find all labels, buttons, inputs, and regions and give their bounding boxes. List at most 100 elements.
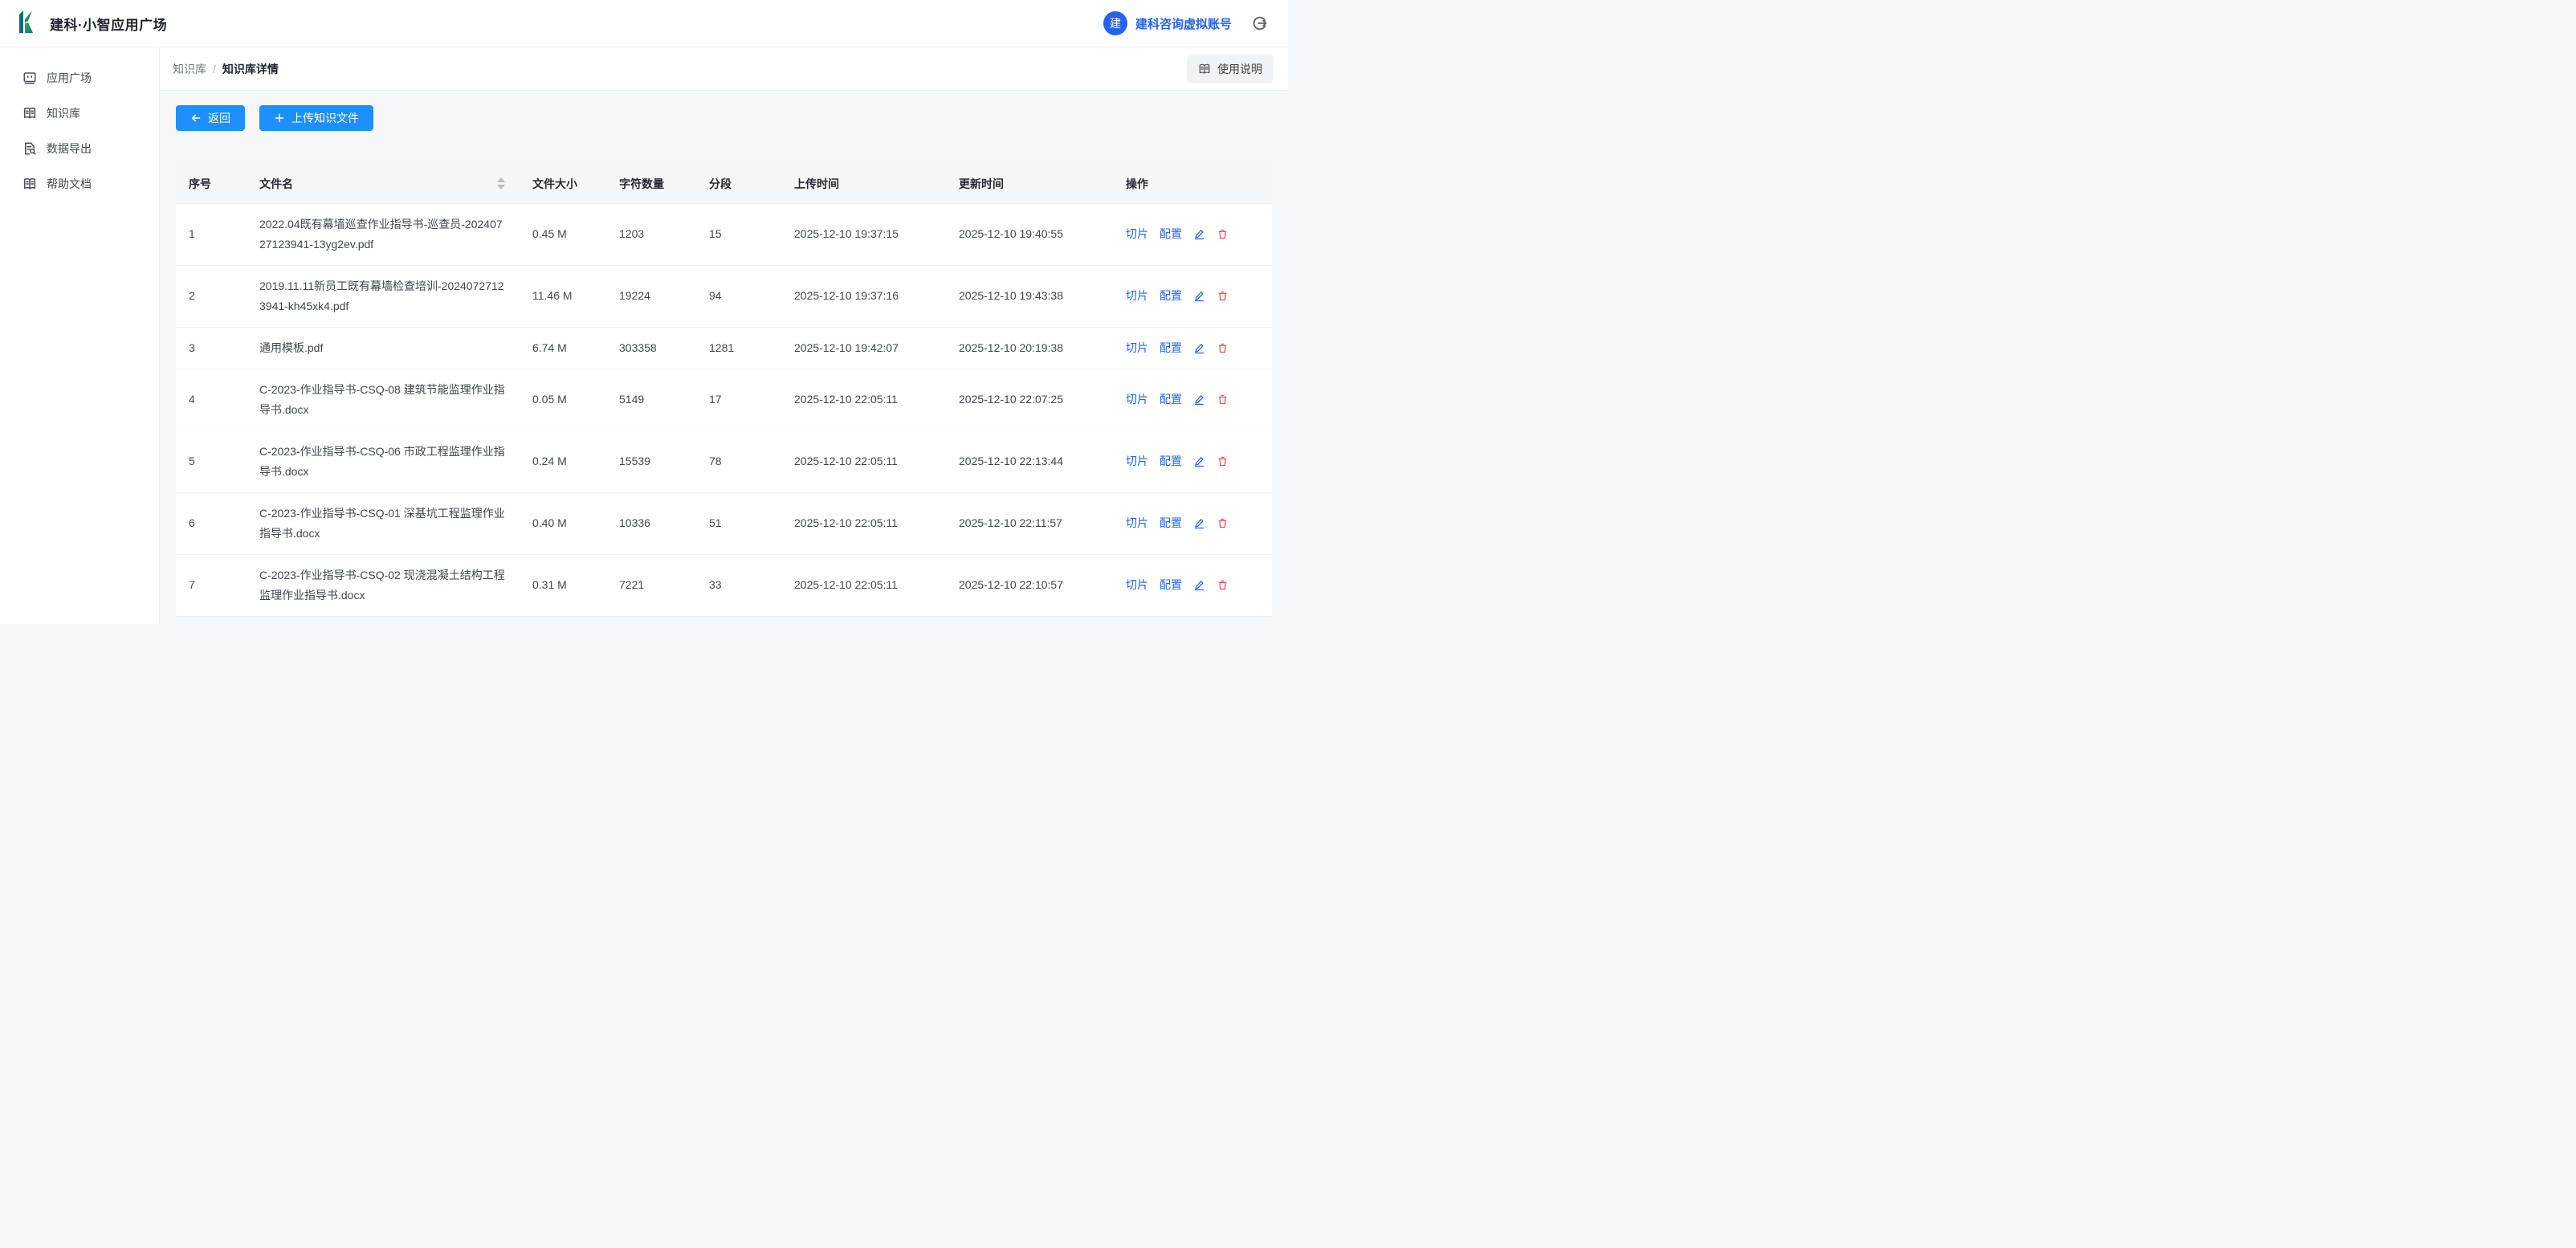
table-row: 6 C-2023-作业指导书-CSQ-01 深基坑工程监理作业指导书.docx …: [176, 492, 1272, 554]
cell-actions: 切片 配置: [1113, 265, 1272, 327]
cell-chars: 19224: [606, 265, 696, 327]
cell-index: 1: [176, 203, 247, 265]
slice-link[interactable]: 切片: [1126, 286, 1148, 306]
caret-down-icon: [497, 185, 505, 190]
cell-size: 6.74 M: [520, 327, 606, 369]
column-header-index: 序号: [176, 165, 247, 203]
cell-filename: C-2023-作业指导书-CSQ-06 市政工程监理作业指导书.docx: [247, 430, 520, 492]
back-button[interactable]: 返回: [176, 105, 245, 131]
main-area: 应用广场 知识库: [0, 47, 1288, 624]
column-header-actions: 操作: [1113, 165, 1272, 203]
cell-index: 5: [176, 430, 247, 492]
cell-size: 0.40 M: [520, 492, 606, 554]
cell-segments: 94: [696, 265, 781, 327]
cell-uploaded: 2025-12-10 22:05:11: [781, 369, 946, 430]
config-link[interactable]: 配置: [1160, 575, 1182, 595]
delete-icon[interactable]: [1217, 342, 1229, 354]
sidebar-item-help-docs[interactable]: 帮助文档: [0, 166, 159, 202]
config-link[interactable]: 配置: [1160, 338, 1182, 358]
breadcrumb-separator: /: [213, 63, 216, 75]
edit-icon[interactable]: [1193, 394, 1205, 406]
content-area: 知识库 / 知识库详情 使用说明: [160, 47, 1288, 624]
sidebar-item-app-plaza[interactable]: 应用广场: [0, 60, 159, 96]
edit-icon[interactable]: [1193, 455, 1205, 467]
cell-index: 6: [176, 492, 247, 554]
cell-actions: 切片 配置: [1113, 492, 1272, 554]
cell-actions: 切片 配置: [1113, 554, 1272, 616]
cell-index: 7: [176, 554, 247, 616]
sidebar-item-label: 知识库: [47, 105, 80, 121]
cell-actions: 切片 配置: [1113, 369, 1272, 430]
edit-icon[interactable]: [1193, 290, 1205, 302]
usage-instructions-button[interactable]: 使用说明: [1187, 55, 1274, 84]
edit-icon[interactable]: [1193, 342, 1205, 354]
cell-actions: 切片 配置: [1113, 203, 1272, 265]
edit-icon[interactable]: [1193, 517, 1205, 529]
plus-icon: [274, 112, 285, 124]
config-link[interactable]: 配置: [1160, 286, 1182, 306]
table-row: 4 C-2023-作业指导书-CSQ-08 建筑节能监理作业指导书.docx 0…: [176, 369, 1272, 430]
config-link[interactable]: 配置: [1160, 224, 1182, 244]
cell-updated: 2025-12-10 19:40:55: [946, 203, 1113, 265]
toolbar: 返回 上传知识文件: [176, 105, 1272, 131]
slice-link[interactable]: 切片: [1126, 451, 1148, 471]
cell-filename: 2019.11.11新员工既有幕墙检查培训-20240727123941-kh4…: [247, 265, 520, 327]
logout-icon[interactable]: [1251, 14, 1269, 32]
slice-link[interactable]: 切片: [1126, 513, 1148, 533]
column-header-size: 文件大小: [520, 165, 606, 203]
username[interactable]: 建科咨询虚拟账号: [1135, 15, 1232, 32]
edit-icon[interactable]: [1193, 579, 1205, 591]
back-button-label: 返回: [208, 110, 230, 126]
cell-uploaded: 2025-12-10 19:42:07: [781, 327, 946, 369]
delete-icon[interactable]: [1217, 455, 1229, 467]
delete-icon[interactable]: [1217, 517, 1229, 529]
cell-uploaded: 2025-12-10 19:37:16: [781, 265, 946, 327]
sort-toggle-icon[interactable]: [497, 177, 507, 190]
delete-icon[interactable]: [1217, 290, 1229, 302]
avatar[interactable]: 建: [1103, 11, 1127, 35]
slice-link[interactable]: 切片: [1126, 224, 1148, 244]
cell-uploaded: 2025-12-10 22:05:11: [781, 430, 946, 492]
delete-icon[interactable]: [1217, 579, 1229, 591]
book-icon: [1198, 63, 1211, 75]
cell-segments: 17: [696, 369, 781, 430]
breadcrumb-current: 知识库详情: [222, 61, 279, 77]
upload-knowledge-file-button[interactable]: 上传知识文件: [259, 105, 373, 131]
table-row: 7 C-2023-作业指导书-CSQ-02 现浇混凝土结构工程监理作业指导书.d…: [176, 554, 1272, 616]
cell-uploaded: 2025-12-10 22:05:11: [781, 492, 946, 554]
cell-uploaded: 2025-12-10 19:37:15: [781, 203, 946, 265]
cell-updated: 2025-12-10 22:11:57: [946, 492, 1113, 554]
delete-icon[interactable]: [1217, 228, 1229, 240]
config-link[interactable]: 配置: [1160, 451, 1182, 471]
sidebar-item-data-export[interactable]: 数据导出: [0, 131, 159, 166]
cell-segments: 78: [696, 430, 781, 492]
column-header-uploaded: 上传时间: [781, 165, 946, 203]
account-area[interactable]: 建 建科咨询虚拟账号: [1103, 11, 1269, 35]
usage-instructions-label: 使用说明: [1217, 61, 1262, 77]
slice-link[interactable]: 切片: [1126, 338, 1148, 358]
config-link[interactable]: 配置: [1160, 389, 1182, 410]
column-header-chars: 字符数量: [606, 165, 696, 203]
table-row: 1 2022.04既有幕墙巡查作业指导书-巡查员-20240727123941-…: [176, 203, 1272, 265]
cell-index: 3: [176, 327, 247, 369]
slice-link[interactable]: 切片: [1126, 575, 1148, 595]
column-header-filename-label: 文件名: [259, 176, 293, 192]
table-row: 5 C-2023-作业指导书-CSQ-06 市政工程监理作业指导书.docx 0…: [176, 430, 1272, 492]
upload-button-label: 上传知识文件: [291, 110, 359, 126]
sidebar-item-label: 帮助文档: [47, 176, 92, 192]
sidebar-item-knowledge-base[interactable]: 知识库: [0, 96, 159, 131]
table-row: 3 通用模板.pdf 6.74 M 303358 1281 2025-12-10…: [176, 327, 1272, 369]
config-link[interactable]: 配置: [1160, 513, 1182, 533]
cell-filename: C-2023-作业指导书-CSQ-02 现浇混凝土结构工程监理作业指导书.doc…: [247, 554, 520, 616]
caret-up-icon: [497, 177, 505, 182]
cell-chars: 1203: [606, 203, 696, 265]
table-header-row: 序号 文件名 文件大小: [176, 165, 1272, 203]
sidebar: 应用广场 知识库: [0, 47, 160, 624]
breadcrumb-parent[interactable]: 知识库: [173, 61, 206, 77]
delete-icon[interactable]: [1217, 394, 1229, 406]
slice-link[interactable]: 切片: [1126, 389, 1148, 410]
edit-icon[interactable]: [1193, 228, 1205, 240]
cell-chars: 7221: [606, 554, 696, 616]
cell-actions: 切片 配置: [1113, 430, 1272, 492]
cell-index: 4: [176, 369, 247, 430]
